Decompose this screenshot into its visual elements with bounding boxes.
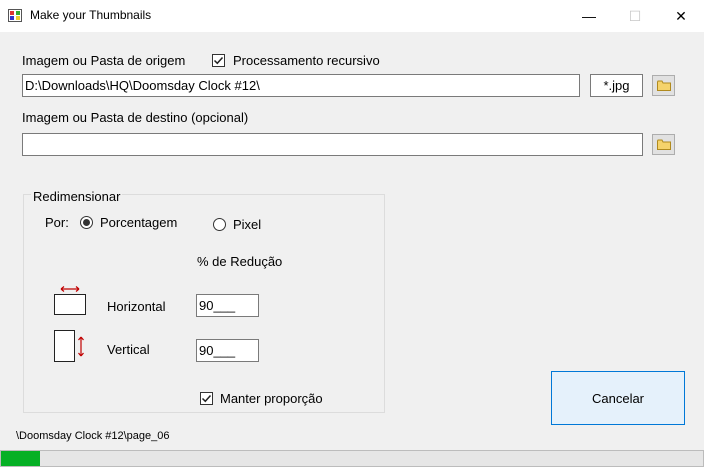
pixel-option-label[interactable]: Pixel xyxy=(233,217,261,232)
destination-path-input[interactable] xyxy=(22,133,643,156)
title-bar: Make your Thumbnails — ☐ ✕ xyxy=(0,0,704,32)
keep-ratio-label[interactable]: Manter proporção xyxy=(220,391,323,406)
radio-selected-dot xyxy=(83,219,90,226)
pixel-radio[interactable] xyxy=(213,218,226,231)
source-path-input[interactable]: D:\Downloads\HQ\Doomsday Clock #12\ xyxy=(22,74,580,97)
horizontal-resize-icon xyxy=(54,286,86,315)
check-icon xyxy=(213,56,224,65)
maximize-button[interactable]: ☐ xyxy=(612,0,658,32)
progress-fill xyxy=(1,451,40,466)
current-file-status: \Doomsday Clock #12\page_06 xyxy=(16,430,170,442)
recursive-checkbox[interactable] xyxy=(212,54,225,67)
horizontal-label: Horizontal xyxy=(107,299,166,314)
horizontal-value-input[interactable]: 90___ xyxy=(196,294,259,317)
source-label: Imagem ou Pasta de origem xyxy=(22,53,186,68)
vertical-label: Vertical xyxy=(107,342,150,357)
recursive-label[interactable]: Processamento recursivo xyxy=(233,53,380,68)
cancel-button[interactable]: Cancelar xyxy=(551,371,685,425)
window-title: Make your Thumbnails xyxy=(30,8,152,22)
close-button[interactable]: ✕ xyxy=(658,0,704,32)
reduction-header: % de Redução xyxy=(197,254,283,269)
vertical-resize-icon xyxy=(54,330,84,362)
destination-label: Imagem ou Pasta de destino (opcional) xyxy=(22,110,249,125)
percent-radio[interactable] xyxy=(80,216,93,229)
file-filter-input[interactable]: *.jpg xyxy=(590,74,643,97)
percent-option-label[interactable]: Porcentagem xyxy=(100,215,177,230)
minimize-button[interactable]: — xyxy=(566,0,612,32)
app-icon xyxy=(8,9,22,22)
browse-source-button[interactable] xyxy=(652,75,675,96)
form-body: Imagem ou Pasta de origem Processamento … xyxy=(0,32,704,467)
browse-destination-button[interactable] xyxy=(652,134,675,155)
resize-by-label: Por: xyxy=(45,215,69,230)
resize-group-title: Redimensionar xyxy=(31,189,123,204)
progress-bar xyxy=(0,450,704,467)
vertical-value-input[interactable]: 90___ xyxy=(196,339,259,362)
check-icon xyxy=(201,394,212,403)
keep-ratio-checkbox[interactable] xyxy=(200,392,213,405)
folder-icon xyxy=(656,139,671,150)
folder-icon xyxy=(656,80,671,91)
